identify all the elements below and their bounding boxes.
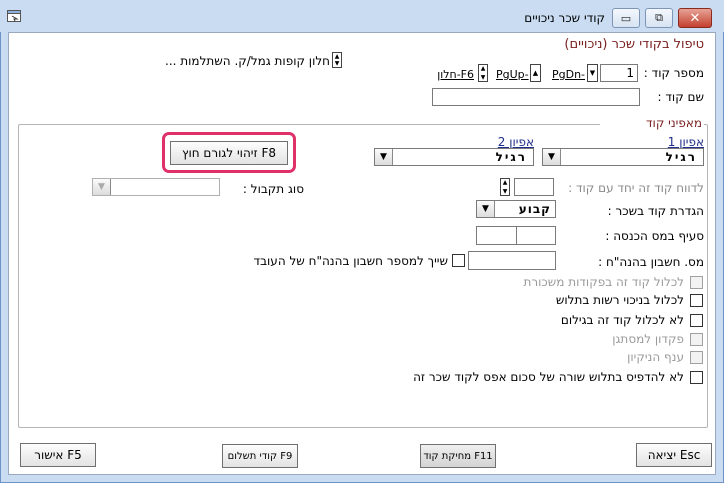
checkbox-label-exclude-grossup: לא לכלול קוד זה בגילום [560,313,684,327]
salary-def-label: הגדרת קוד בשכר : [607,204,704,218]
code-number-label: מספר קוד : [643,66,704,80]
checkbox-label-include-salary-orders: לכלול קוד זה בפקודות משכורת [523,275,684,289]
salary-def-select[interactable]: ▼ קבוע [476,200,556,218]
report-same-code-input[interactable] [514,178,554,196]
link-employee-checkbox[interactable] [452,254,465,267]
f6-window-link[interactable]: F6-חלון [436,68,474,81]
code-name-label: שם קוד : [657,90,704,104]
code-down-arrow-icon[interactable]: ▼ [587,64,598,82]
account-input[interactable] [468,251,556,270]
checkbox-label-voluntary-deduction: לכלול בניכוי רשות בתלוש [555,293,684,307]
checkbox-include-salary-orders[interactable] [690,276,703,289]
link-employee-label: שייך למספר חשבון בהנה"ח של העובד [253,254,448,268]
checkbox-no-zero-line[interactable] [690,371,703,384]
receipt-type-label: סוג תקבול : [242,182,304,196]
minimize-icon: ▭ [620,11,632,25]
char2-value: רגיל [495,150,527,164]
code-up-arrow-icon[interactable]: ▲ [530,64,541,82]
code-name-input[interactable] [432,88,640,106]
payment-codes-button[interactable]: קודי תשלום F9 [222,444,298,468]
group-label: מאפיני קוד [600,116,704,130]
report-code-spin-icon[interactable]: ▲ ▼ [500,178,510,196]
close-icon: ✕ [689,10,701,26]
chevron-down-icon: ▼ [477,201,495,217]
tax-clause-label: סעיף במס הכנסה : [605,229,704,243]
app-icon [7,10,21,22]
checkbox-label-no-zero-line: לא להדפיס בתלוש שורה של סכום אפס לקוד שכ… [413,370,684,384]
approve-button[interactable]: אישור F5 [20,443,96,467]
checkbox-infiltrator-deposit[interactable] [690,333,703,346]
exit-button[interactable]: יציאה Esc [636,443,712,467]
checkbox-voluntary-deduction[interactable] [690,294,703,307]
pension-window-spin-icon[interactable]: ▲ ▼ [332,52,342,68]
code-number-input[interactable]: 1 [600,64,638,82]
f6-spin-icon[interactable]: ▲ ▼ [478,64,488,82]
receipt-type-select: ▼ [92,178,220,196]
delete-code-button[interactable]: מחיקת קוד F11 [420,444,496,468]
page-heading: טיפול בקודי שכר (ניכויים) [564,37,704,52]
char2-select[interactable]: ▼ רגיל [374,148,534,166]
external-id-button[interactable]: זיהוי לגורם חוץ F8 [170,141,288,165]
pgup-link[interactable]: PgUp- [496,68,529,81]
chevron-down-icon: ▼ [543,149,561,165]
chevron-down-icon: ▼ [375,149,393,165]
pgdn-link[interactable]: PgDn- [552,68,585,81]
minimize-button[interactable]: ▭ [612,8,640,28]
title-bar[interactable]: ▭ ⧉ ✕ קודי שכר ניכויים [0,0,724,32]
checkbox-label-infiltrator-deposit: פקדון למסתגן [612,332,684,346]
char1-value: רגיל [665,150,697,164]
checkbox-exclude-grossup[interactable] [690,314,703,327]
report-same-code-label: לדווח קוד זה יחד עם קוד : [568,181,704,195]
char1-label: אפיון 1 [667,135,704,149]
checkbox-cleaning-sector[interactable] [690,351,703,364]
checkbox-label-cleaning-sector: ענף הניקיון [627,350,684,364]
close-button[interactable]: ✕ [678,8,712,28]
account-label: מס. חשבון בהנה"ח : [598,255,704,269]
char2-label: אפיון 2 [497,135,534,149]
pension-window-link[interactable]: חלון קופות גמל/ק. השתלמות ... [160,54,330,68]
char1-select[interactable]: ▼ רגיל [542,148,704,166]
restore-button[interactable]: ⧉ [645,8,673,28]
tax-clause-input-2[interactable] [476,226,517,245]
window-title: קודי שכר ניכויים [524,11,605,25]
chevron-down-icon: ▼ [93,179,111,195]
restore-icon: ⧉ [655,11,663,24]
tax-clause-input-1[interactable] [516,226,556,245]
